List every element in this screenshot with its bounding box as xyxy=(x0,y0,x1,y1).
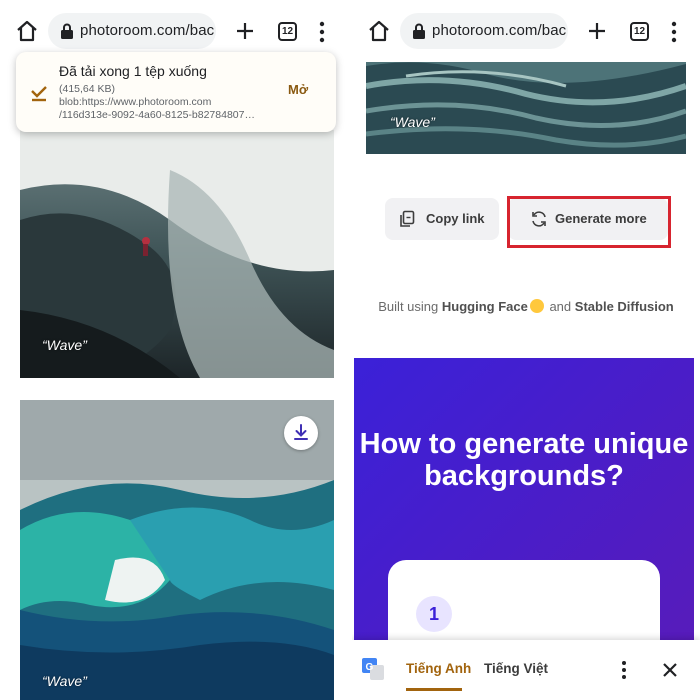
image-caption: “Wave” xyxy=(42,337,87,353)
copy-icon xyxy=(400,210,415,227)
section-title: How to generate unique backgrounds? xyxy=(359,428,689,492)
download-url-path: /116d313e-9092-4a60-8125-b82784807… xyxy=(59,109,255,121)
download-done-icon xyxy=(31,86,47,102)
translate-bar: G Tiếng Anh Tiếng Việt xyxy=(352,640,700,700)
new-tab-icon[interactable] xyxy=(232,18,258,44)
credit-line: Built using Hugging Face and Stable Diff… xyxy=(352,299,700,314)
copy-link-button[interactable]: Copy link xyxy=(385,198,499,240)
wave-image-painted[interactable]: “Wave” xyxy=(20,400,334,700)
hugging-face-emoji-icon xyxy=(529,299,544,313)
highlight-annotation xyxy=(507,196,671,248)
download-complete-popup: Đã tải xong 1 tệp xuống (415,64 KB) blob… xyxy=(16,52,336,132)
download-url: blob:https://www.photoroom.com xyxy=(59,96,212,108)
more-vert-icon[interactable] xyxy=(670,20,678,44)
right-screenshot: “Wave” photoroom.com/bac 12 Copy link Ge… xyxy=(352,0,700,700)
download-icon xyxy=(294,424,308,440)
copy-link-label: Copy link xyxy=(426,211,485,226)
active-tab-indicator xyxy=(406,688,462,691)
svg-text:G: G xyxy=(366,662,374,673)
more-vert-icon[interactable] xyxy=(620,660,628,680)
hugging-face-link[interactable]: Hugging Face xyxy=(442,299,528,314)
image-caption: “Wave” xyxy=(42,673,87,689)
step-number: 1 xyxy=(416,596,452,632)
download-title: Đã tải xong 1 tệp xuống xyxy=(59,63,207,79)
home-icon[interactable] xyxy=(366,18,392,44)
wave-image-scrolled[interactable]: “Wave” xyxy=(366,56,686,154)
credit-middle: and xyxy=(549,299,572,314)
google-translate-icon[interactable]: G xyxy=(362,658,384,680)
open-download-button[interactable]: Mở xyxy=(288,82,308,97)
tab-switcher-button[interactable]: 12 xyxy=(630,22,649,41)
download-button[interactable] xyxy=(284,416,318,450)
lock-icon xyxy=(413,23,425,39)
stable-diffusion-link[interactable]: Stable Diffusion xyxy=(575,299,674,314)
new-tab-icon[interactable] xyxy=(584,18,610,44)
browser-toolbar: photoroom.com/bac 12 xyxy=(352,0,700,62)
close-icon[interactable] xyxy=(661,661,679,679)
home-icon[interactable] xyxy=(14,18,40,44)
url-bar[interactable]: photoroom.com/bac xyxy=(400,13,568,49)
download-size: (415,64 KB) xyxy=(59,83,116,95)
credit-prefix: Built using xyxy=(378,299,439,314)
tab-switcher-button[interactable]: 12 xyxy=(278,22,297,41)
wave-image-surfer[interactable]: “Wave” xyxy=(20,130,334,378)
left-screenshot: “Wave” “Wave” photoroom.com/bac 12 Đã tả… xyxy=(0,0,348,700)
more-vert-icon[interactable] xyxy=(318,20,326,44)
lock-icon xyxy=(61,23,73,39)
url-text: photoroom.com/bac xyxy=(80,22,215,39)
tab-source-language[interactable]: Tiếng Anh xyxy=(406,661,471,676)
tab-target-language[interactable]: Tiếng Việt xyxy=(484,661,548,676)
url-text: photoroom.com/bac xyxy=(432,22,567,39)
url-bar[interactable]: photoroom.com/bac xyxy=(48,13,216,49)
image-caption: “Wave” xyxy=(390,114,435,130)
